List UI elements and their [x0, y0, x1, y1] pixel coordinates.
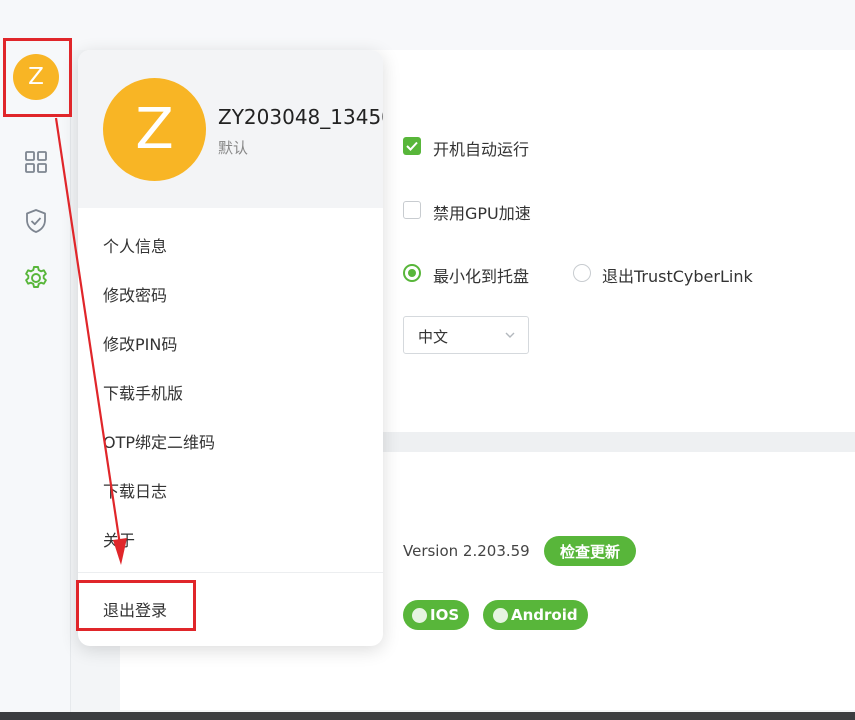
minimize-to-tray-radio[interactable]: [403, 264, 421, 282]
ios-label: IOS: [430, 606, 460, 624]
username: ZY203048_13450357560: [218, 105, 383, 129]
avatar-letter-large: Z: [135, 97, 174, 162]
shield-check-icon[interactable]: [22, 207, 50, 235]
menu-item-change-pin[interactable]: 修改PIN码: [103, 331, 177, 355]
menu-separator: [78, 572, 383, 573]
disable-gpu-checkbox[interactable]: [403, 201, 421, 219]
chevron-down-icon: [505, 332, 515, 338]
title-bar: [70, 0, 855, 50]
disable-gpu-label: 禁用GPU加速: [433, 204, 531, 223]
android-download-button[interactable]: Android: [483, 600, 588, 630]
minimize-to-tray-label: 最小化到托盘: [433, 267, 530, 286]
menu-item-change-password[interactable]: 修改密码: [103, 282, 167, 306]
language-select[interactable]: 中文: [403, 316, 529, 354]
menu-item-otp-qrcode[interactable]: OTP绑定二维码: [103, 429, 215, 453]
taskbar-edge: [0, 712, 855, 720]
menu-item-about[interactable]: 关于: [103, 527, 135, 551]
check-update-label: 检查更新: [559, 542, 620, 561]
check-update-button[interactable]: 检查更新: [544, 536, 636, 566]
menu-item-download-mobile[interactable]: 下载手机版: [103, 380, 183, 404]
checkmark-icon: [406, 141, 418, 151]
menu-item-download-logs[interactable]: 下载日志: [103, 478, 167, 502]
ios-download-button[interactable]: IOS: [403, 600, 469, 630]
apple-icon: [412, 607, 427, 623]
android-label: Android: [511, 606, 578, 624]
user-avatar-large: Z: [103, 78, 206, 181]
language-value: 中文: [418, 328, 449, 346]
android-icon: [493, 607, 508, 623]
menu-item-logout[interactable]: 退出登录: [103, 597, 167, 621]
gear-icon[interactable]: [22, 264, 50, 292]
sidebar: Z: [0, 0, 71, 720]
menu-item-profile[interactable]: 个人信息: [103, 233, 167, 257]
user-avatar-button[interactable]: Z: [13, 54, 59, 100]
section-divider: [380, 432, 855, 452]
user-menu-header: Z ZY203048_13450357560 默认: [78, 50, 383, 208]
exit-app-radio[interactable]: [573, 264, 591, 282]
autostart-label: 开机自动运行: [433, 140, 530, 159]
version-text: Version 2.203.59: [403, 542, 530, 560]
user-role: 默认: [218, 139, 249, 157]
exit-app-label: 退出TrustCyberLink: [602, 267, 753, 286]
autostart-checkbox[interactable]: [403, 137, 421, 155]
avatar-letter: Z: [28, 64, 44, 90]
grid-icon[interactable]: [22, 148, 50, 176]
user-menu-popup: Z ZY203048_13450357560 默认 个人信息 修改密码 修改PI…: [78, 50, 383, 646]
